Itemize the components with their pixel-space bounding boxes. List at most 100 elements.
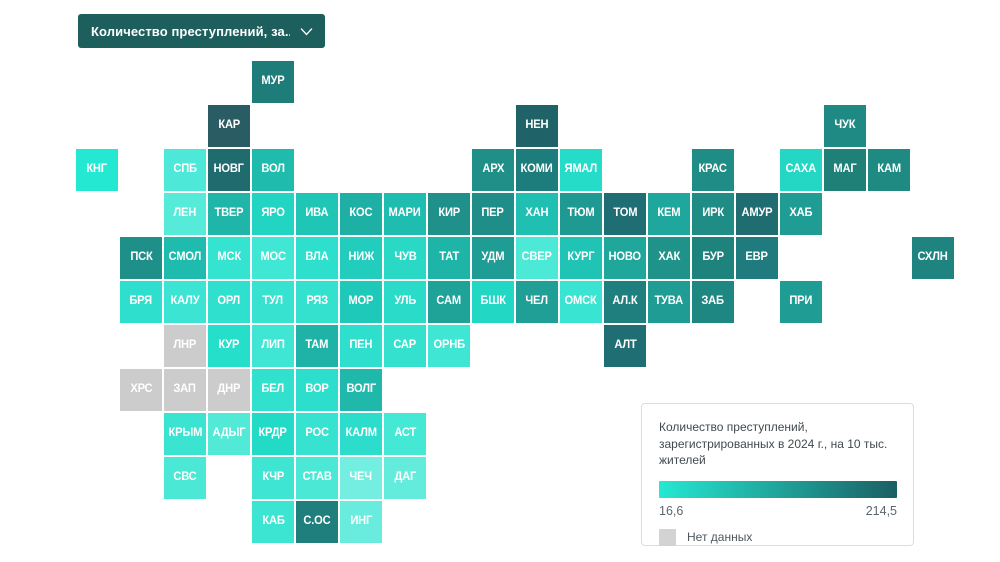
region-tile[interactable]: КРДР (252, 413, 294, 455)
region-tile[interactable]: РЯЗ (296, 281, 338, 323)
region-tile[interactable]: ХАБ (780, 193, 822, 235)
region-tile[interactable]: ПСК (120, 237, 162, 279)
region-tile[interactable]: КОМИ (516, 149, 558, 191)
region-tile[interactable]: КУРГ (560, 237, 602, 279)
region-tile[interactable]: РОС (296, 413, 338, 455)
region-tile[interactable]: СВС (164, 457, 206, 499)
region-tile[interactable]: МСК (208, 237, 250, 279)
region-tile[interactable]: МУР (252, 61, 294, 103)
region-tile[interactable]: ИНГ (340, 501, 382, 543)
region-tile[interactable]: ЛЕН (164, 193, 206, 235)
region-tile[interactable]: ЛИП (252, 325, 294, 367)
region-tile[interactable]: ЯМАЛ (560, 149, 602, 191)
region-tile[interactable]: ТУЛ (252, 281, 294, 323)
region-tile[interactable]: МАГ (824, 149, 866, 191)
region-tile[interactable]: ХАК (648, 237, 690, 279)
region-tile[interactable]: ЧЕЧ (340, 457, 382, 499)
region-tile[interactable]: ПЕН (340, 325, 382, 367)
region-tile[interactable]: ЧУК (824, 105, 866, 147)
region-tile[interactable]: ЧУВ (384, 237, 426, 279)
region-tile[interactable]: АМУР (736, 193, 778, 235)
region-tile-label: ЗАБ (701, 295, 725, 308)
region-tile[interactable]: СПБ (164, 149, 206, 191)
region-tile[interactable]: МОС (252, 237, 294, 279)
region-tile[interactable]: КРЫМ (164, 413, 206, 455)
region-tile[interactable]: ТОМ (604, 193, 646, 235)
region-tile[interactable]: АСТ (384, 413, 426, 455)
region-tile[interactable]: КРАС (692, 149, 734, 191)
region-tile[interactable]: КАМ (868, 149, 910, 191)
region-tile[interactable]: БШК (472, 281, 514, 323)
region-tile[interactable]: МОР (340, 281, 382, 323)
region-tile[interactable]: ТУВА (648, 281, 690, 323)
region-tile[interactable]: ДАГ (384, 457, 426, 499)
region-tile-label: УЛЬ (394, 295, 416, 308)
region-tile[interactable]: ХАН (516, 193, 558, 235)
region-tile[interactable]: БЕЛ (252, 369, 294, 411)
region-tile[interactable]: АЛ.К (604, 281, 646, 323)
region-tile[interactable]: ЯРО (252, 193, 294, 235)
region-tile[interactable]: ЧЕЛ (516, 281, 558, 323)
region-tile[interactable]: ТАМ (296, 325, 338, 367)
region-tile[interactable]: КЧР (252, 457, 294, 499)
region-tile[interactable]: ХРС (120, 369, 162, 411)
region-tile-label: КЧР (262, 471, 284, 484)
region-tile[interactable]: ТЮМ (560, 193, 602, 235)
region-tile[interactable]: АЛТ (604, 325, 646, 367)
region-tile[interactable]: БУР (692, 237, 734, 279)
region-tile[interactable]: МАРИ (384, 193, 426, 235)
region-tile[interactable]: КНГ (76, 149, 118, 191)
region-tile[interactable]: КУР (208, 325, 250, 367)
region-tile[interactable]: ИВА (296, 193, 338, 235)
region-tile[interactable]: НОВО (604, 237, 646, 279)
region-tile[interactable]: ВОЛ (252, 149, 294, 191)
region-tile-label: КАЛМ (345, 427, 377, 440)
legend-nodata-row: Нет данных (659, 528, 896, 546)
region-tile[interactable]: ЛНР (164, 325, 206, 367)
region-tile[interactable]: ОРНБ (428, 325, 470, 367)
region-tile[interactable]: ТВЕР (208, 193, 250, 235)
region-tile[interactable]: ЗАБ (692, 281, 734, 323)
region-tile[interactable]: ВОР (296, 369, 338, 411)
region-tile[interactable]: С.ОС (296, 501, 338, 543)
region-tile[interactable]: СМОЛ (164, 237, 206, 279)
region-tile[interactable]: КОС (340, 193, 382, 235)
region-tile[interactable]: ОРЛ (208, 281, 250, 323)
region-tile[interactable]: УДМ (472, 237, 514, 279)
region-tile[interactable]: САХА (780, 149, 822, 191)
region-tile[interactable]: ПЕР (472, 193, 514, 235)
region-tile[interactable]: САР (384, 325, 426, 367)
region-tile[interactable]: АДЫГ (208, 413, 250, 455)
region-tile-label: ТУЛ (262, 295, 284, 308)
region-tile-label: КОМИ (520, 163, 554, 176)
region-tile[interactable]: КЕМ (648, 193, 690, 235)
region-tile[interactable]: НИЖ (340, 237, 382, 279)
region-tile[interactable]: ВЛА (296, 237, 338, 279)
region-tile[interactable]: ВОЛГ (340, 369, 382, 411)
region-tile-label: ВЛА (305, 251, 329, 264)
region-tile[interactable]: СХЛН (912, 237, 954, 279)
region-tile[interactable]: СВЕР (516, 237, 558, 279)
region-tile-label: ЧУК (834, 119, 856, 132)
region-tile[interactable]: КАЛУ (164, 281, 206, 323)
region-tile-label: ТВЕР (214, 207, 244, 220)
region-tile[interactable]: САМ (428, 281, 470, 323)
region-tile[interactable]: ДНР (208, 369, 250, 411)
region-tile[interactable]: ЕВР (736, 237, 778, 279)
region-tile[interactable]: ТАТ (428, 237, 470, 279)
region-tile-label: СХЛН (917, 251, 949, 264)
region-tile[interactable]: АРХ (472, 149, 514, 191)
region-tile[interactable]: КАБ (252, 501, 294, 543)
region-tile[interactable]: ЗАП (164, 369, 206, 411)
region-tile[interactable]: КИР (428, 193, 470, 235)
region-tile[interactable]: ПРИ (780, 281, 822, 323)
region-tile[interactable]: ОМСК (560, 281, 602, 323)
region-tile[interactable]: КАЛМ (340, 413, 382, 455)
region-tile[interactable]: КАР (208, 105, 250, 147)
region-tile[interactable]: НОВГ (208, 149, 250, 191)
region-tile[interactable]: ИРК (692, 193, 734, 235)
region-tile[interactable]: НЕН (516, 105, 558, 147)
region-tile[interactable]: УЛЬ (384, 281, 426, 323)
region-tile[interactable]: СТАВ (296, 457, 338, 499)
region-tile[interactable]: БРЯ (120, 281, 162, 323)
